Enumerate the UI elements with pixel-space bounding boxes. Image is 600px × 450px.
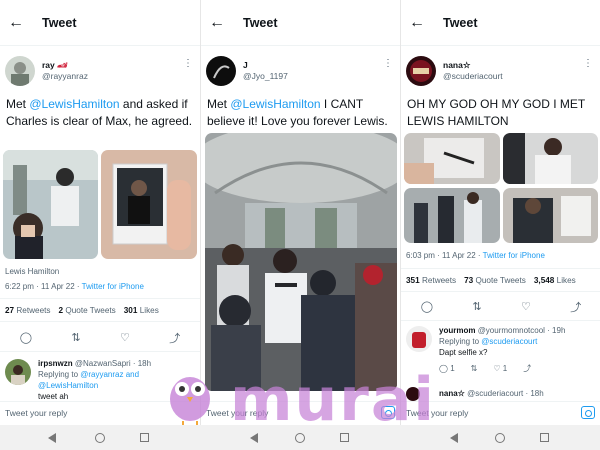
- retweet-count[interactable]: 351 Retweets: [406, 276, 456, 285]
- source-link[interactable]: Twitter for iPhone: [82, 282, 144, 291]
- mention-link[interactable]: @LewisHamilton: [29, 97, 119, 111]
- tweet-timestamp: 6:03 pm · 11 Apr 22 · Twitter for iPhone: [406, 251, 545, 260]
- more-options-icon[interactable]: ⋮: [183, 58, 193, 69]
- watermark-text: murai: [230, 365, 436, 435]
- display-name: nana☆: [443, 60, 471, 70]
- reply-author-name: irpsnwzn: [38, 359, 73, 368]
- tweet-author[interactable]: ray 🏎 @rayyanraz ⋮: [0, 46, 200, 96]
- tweet-photo[interactable]: [503, 133, 598, 184]
- nav-back-icon[interactable]: [48, 433, 56, 443]
- tweet-text: Met @LewisHamilton and asked if Charles …: [6, 97, 193, 128]
- reply-input[interactable]: Tweet your reply: [5, 408, 67, 418]
- back-arrow-icon[interactable]: ←: [8, 14, 28, 31]
- share-icon[interactable]: ⤴: [169, 330, 180, 346]
- like-icon[interactable]: ♡: [521, 300, 531, 313]
- reply-text: Dapt selfie x?: [439, 348, 488, 357]
- display-name: J: [243, 60, 248, 70]
- reply-actions: ◯ 1 ⇅ ♡ 1 ⤴: [439, 363, 597, 374]
- tweet-header: ← Tweet: [401, 0, 600, 46]
- avatar[interactable]: [206, 56, 236, 86]
- tweet-photo[interactable]: [404, 133, 500, 184]
- like-count[interactable]: 301 Likes: [124, 306, 159, 315]
- tweet-author[interactable]: J @Jyo_1197 ⋮: [201, 46, 400, 96]
- replying-to: Replying to @scuderiacourt: [439, 337, 538, 346]
- like-count[interactable]: 3,548 Likes: [534, 276, 576, 285]
- tweet-photo[interactable]: [404, 188, 500, 243]
- reply-author-handle: @yourmomnotcool · 19h: [477, 326, 566, 335]
- retweet-icon[interactable]: ⇅: [472, 300, 481, 313]
- tweet-header: ← Tweet: [0, 0, 200, 46]
- reply-author-handle: @scuderiacourt · 18h: [467, 389, 544, 398]
- system-nav-bar: [0, 425, 600, 450]
- reply-icon[interactable]: ◯: [421, 300, 433, 313]
- quote-count[interactable]: 73 Quote Tweets: [464, 276, 526, 285]
- avatar[interactable]: [406, 56, 436, 86]
- share-icon[interactable]: ⤴: [570, 299, 581, 315]
- share-icon[interactable]: ⤴: [523, 363, 531, 374]
- avatar[interactable]: [5, 359, 31, 385]
- reply-author-name: yourmom: [439, 326, 476, 335]
- tweet-author[interactable]: nana☆ @scuderiacourt ⋮: [401, 46, 600, 96]
- nav-back-icon[interactable]: [450, 433, 458, 443]
- tweet-photo[interactable]: [205, 133, 397, 391]
- like-icon[interactable]: ♡: [120, 331, 130, 344]
- reply-author-handle: @NazwanSapri · 18h: [74, 359, 152, 368]
- owl-mascot-logo: [170, 377, 210, 426]
- user-handle: @Jyo_1197: [243, 71, 288, 81]
- nav-recents-icon[interactable]: [540, 433, 549, 442]
- mention-link[interactable]: @LewisHamilton: [230, 97, 320, 111]
- tweet-photo[interactable]: [503, 188, 598, 243]
- reply-icon[interactable]: ◯: [20, 331, 32, 344]
- retweet-icon[interactable]: ⇅: [71, 331, 80, 344]
- source-link[interactable]: Twitter for iPhone: [483, 251, 545, 260]
- page-title: Tweet: [443, 15, 478, 30]
- nav-home-icon[interactable]: [95, 433, 105, 443]
- nav-recents-icon[interactable]: [140, 433, 149, 442]
- page-title: Tweet: [243, 15, 278, 30]
- tweet-stats: 27 Retweets 2 Quote Tweets 301 Likes: [0, 298, 200, 322]
- more-options-icon[interactable]: ⋮: [383, 58, 393, 69]
- tweet-timestamp: 6:22 pm · 11 Apr 22 · Twitter for iPhone: [5, 282, 144, 291]
- retweet-icon[interactable]: ⇅: [471, 363, 478, 374]
- quote-count[interactable]: 2 Quote Tweets: [59, 306, 116, 315]
- tweet-stats: 351 Retweets 73 Quote Tweets 3,548 Likes: [401, 268, 600, 292]
- nav-back-icon[interactable]: [250, 433, 258, 443]
- tweet-text: Met @LewisHamilton I CANT believe it! Lo…: [207, 97, 388, 128]
- tweet-actions: ◯ ⇅ ♡ ⤴: [0, 324, 200, 352]
- avatar[interactable]: [5, 56, 35, 86]
- back-arrow-icon[interactable]: ←: [409, 14, 429, 31]
- user-handle: @rayyanraz: [42, 71, 88, 81]
- tweet-header: ← Tweet: [201, 0, 400, 46]
- nav-home-icon[interactable]: [295, 433, 305, 443]
- user-handle: @scuderiacourt: [443, 71, 503, 81]
- page-title: Tweet: [42, 15, 77, 30]
- photo-caption: Lewis Hamilton: [5, 267, 60, 276]
- reply-reply-count[interactable]: ◯ 1: [439, 363, 455, 374]
- back-arrow-icon[interactable]: ←: [209, 14, 229, 31]
- nav-recents-icon[interactable]: [340, 433, 349, 442]
- nav-home-icon[interactable]: [495, 433, 505, 443]
- reply-like-count[interactable]: ♡ 1: [493, 363, 507, 374]
- tweet-actions: ◯ ⇅ ♡ ⤴: [401, 293, 600, 321]
- reply-author-name: nana☆: [439, 389, 465, 398]
- tweet-photo[interactable]: [3, 150, 98, 259]
- display-name: ray 🏎: [42, 60, 68, 70]
- more-options-icon[interactable]: ⋮: [583, 58, 593, 69]
- tweet-photo[interactable]: [101, 150, 197, 259]
- camera-icon[interactable]: [581, 406, 595, 419]
- avatar[interactable]: [406, 326, 432, 352]
- retweet-count[interactable]: 27 Retweets: [5, 306, 51, 315]
- tweet-text: OH MY GOD OH MY GOD I MET LEWIS HAMILTON: [407, 97, 586, 128]
